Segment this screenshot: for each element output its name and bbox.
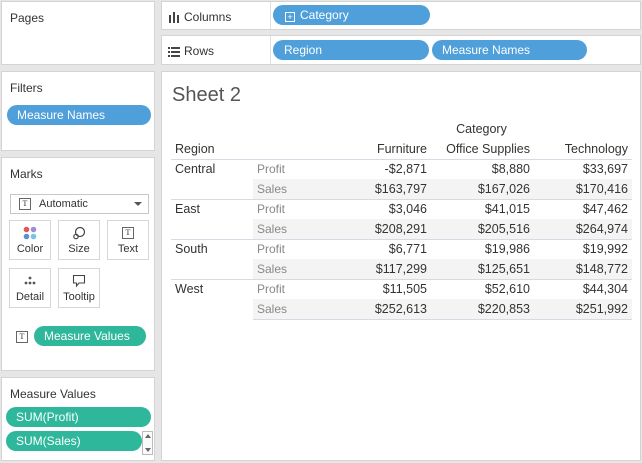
table-row: South Profit $6,771 $19,986 $19,992 [171,238,632,279]
measure-name-label[interactable]: Profit [253,238,331,259]
value-cell[interactable]: $170,416 [534,179,632,199]
color-button[interactable]: Color [9,220,51,260]
mark-type-value: Automatic [39,198,88,210]
value-cell[interactable]: $33,697 [534,158,632,179]
text-encoding-icon: T [16,331,28,343]
filters-panel[interactable]: Filters Measure Names [1,71,155,151]
expand-plus-icon[interactable]: + [285,12,295,22]
value-cell[interactable]: $251,992 [534,299,632,320]
measure-name-label[interactable]: Sales [253,259,331,279]
column-header-technology[interactable]: Technology [534,139,632,160]
rows-pill-measure-names[interactable]: Measure Names [432,40,587,60]
value-cell[interactable]: $125,651 [431,259,534,279]
value-cell[interactable]: $11,505 [331,278,431,299]
column-header-office-supplies[interactable]: Office Supplies [431,139,534,160]
value-cell[interactable]: $148,772 [534,259,632,279]
value-cell[interactable]: $52,610 [431,278,534,299]
mark-type-dropdown[interactable]: T Automatic [10,194,149,214]
filter-pill-measure-names[interactable]: Measure Names [7,105,151,125]
measure-name-label[interactable]: Profit [253,158,331,179]
sheet-title: Sheet 2 [172,84,241,106]
scroll-up-icon[interactable] [145,434,151,438]
rows-label-text: Rows [184,44,215,58]
value-cell[interactable]: $19,986 [431,238,534,259]
value-cell[interactable]: $163,797 [331,179,431,199]
size-button[interactable]: Size [58,220,100,260]
value-cell[interactable]: $220,853 [431,299,534,320]
region-label[interactable]: South [171,238,253,279]
measure-values-title: Measure Values [10,387,96,401]
detail-button-label: Detail [15,291,45,303]
region-label[interactable]: East [171,198,253,239]
size-button-label: Size [68,243,90,255]
value-cell[interactable]: $8,880 [431,158,534,179]
columns-pill-label: Category [300,8,349,22]
value-cell[interactable]: $167,026 [431,179,534,199]
marks-title: Marks [10,167,43,181]
columns-label-text: Columns [184,10,232,24]
scroll-down-icon[interactable] [145,448,151,452]
region-header[interactable]: Region [171,139,253,160]
table-row: Central Profit -$2,871 $8,880 $33,697 [171,158,632,199]
value-cell[interactable]: $44,304 [534,278,632,299]
chevron-down-icon [134,202,142,206]
tooltip-button[interactable]: Tooltip [58,268,100,308]
color-dots-icon [10,226,50,240]
value-cell[interactable]: -$2,871 [331,158,431,179]
rows-shelf: Rows Region Measure Names [161,35,641,65]
tooltip-icon [59,274,99,288]
measure-values-scrollbar[interactable] [142,431,153,455]
marks-panel: Marks T Automatic Color Size T Text Deta… [1,157,155,371]
columns-icon [169,11,179,23]
rows-shelf-divider [270,36,271,64]
rows-pill-region[interactable]: Region [273,40,429,60]
pages-title: Pages [10,11,45,25]
text-button-label: Text [117,243,139,255]
value-cell[interactable]: $252,613 [331,299,431,320]
table-row: West Profit $11,505 $52,610 $44,304 [171,278,632,319]
value-cell[interactable]: $205,516 [431,219,534,239]
measure-name-label[interactable]: Profit [253,278,331,299]
text-pill-measure-values[interactable]: Measure Values [34,326,146,346]
text-mark-icon: T [19,198,31,210]
columns-shelf-label: Columns [168,10,231,24]
text-button[interactable]: T Text [107,220,149,260]
pages-panel[interactable]: Pages [1,1,155,65]
color-button-label: Color [16,243,44,255]
measure-values-panel: Measure Values SUM(Profit) SUM(Sales) [1,377,155,461]
measure-name-label[interactable]: Sales [253,219,331,239]
columns-shelf: Columns + Category [161,1,641,30]
filters-title: Filters [10,81,43,95]
region-label[interactable]: Central [171,158,253,199]
value-cell[interactable]: $264,974 [534,219,632,239]
measure-name-label[interactable]: Sales [253,299,331,320]
value-cell[interactable]: $3,046 [331,198,431,219]
text-icon: T [108,226,148,240]
columns-pill-category[interactable]: + Category [273,5,430,25]
value-cell[interactable]: $117,299 [331,259,431,279]
value-cell[interactable]: $47,462 [534,198,632,219]
crosstab-table: Category Region Furniture Office Supplie… [171,119,632,320]
column-header-furniture[interactable]: Furniture [331,139,431,160]
measure-name-label[interactable]: Sales [253,179,331,199]
size-icon [59,226,99,240]
detail-icon [10,274,50,288]
rows-icon [168,46,180,57]
columns-shelf-divider [270,2,271,29]
value-cell[interactable]: $208,291 [331,219,431,239]
table-row: East Profit $3,046 $41,015 $47,462 [171,198,632,239]
measure-pill-sum-sales[interactable]: SUM(Sales) [6,431,142,451]
tooltip-button-label: Tooltip [63,291,95,303]
value-cell[interactable]: $19,992 [534,238,632,259]
value-cell[interactable]: $6,771 [331,238,431,259]
rows-shelf-label: Rows [168,44,214,58]
detail-button[interactable]: Detail [9,268,51,308]
measure-pill-sum-profit[interactable]: SUM(Profit) [6,407,151,427]
region-label[interactable]: West [171,278,253,319]
value-cell[interactable]: $41,015 [431,198,534,219]
category-group-header[interactable]: Category [331,119,632,139]
measure-name-label[interactable]: Profit [253,198,331,219]
